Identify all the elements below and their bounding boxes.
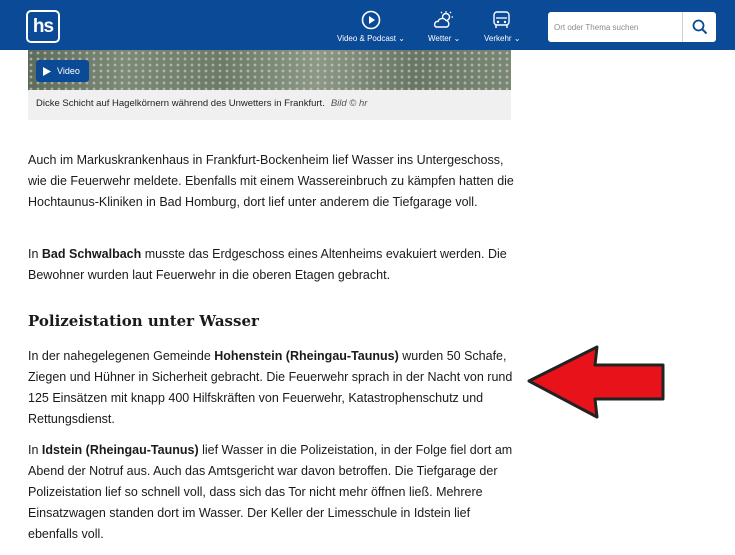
nav-verkehr-label: Verkehr [484,34,512,43]
bold-place-name: Hohenstein (Rheingau-Taunus) [214,349,399,363]
search-input[interactable] [548,12,682,42]
nav-verkehr[interactable]: Verkehr ⌄ [484,10,521,43]
chevron-down-icon: ⌄ [453,34,461,43]
search-box [548,12,716,42]
play-icon [43,66,51,76]
hail-image[interactable]: Video [28,50,511,90]
text: In [28,247,42,261]
chevron-down-icon: ⌄ [513,34,521,43]
nav-wetter-label: Wetter [428,34,452,43]
text: lief Wasser in die Polizeistation, in de… [28,443,513,541]
site-header: hs Video & Podcast ⌄ Wetter ⌄ Verkehr ⌄ [0,0,735,50]
article-paragraph-4: In Idstein (Rheingau-Taunus) lief Wasser… [28,440,518,545]
article-paragraph-3: In der nahegelegenen Gemeinde Hohenstein… [28,346,518,430]
image-credit: Bild © hr [330,98,368,109]
nav-wetter[interactable]: Wetter ⌄ [428,10,460,43]
search-button[interactable] [682,12,716,42]
image-caption: Dicke Schicht auf Hagelkörnern während d… [28,90,511,120]
nav-video-podcast[interactable]: Video & Podcast ⌄ [337,10,405,43]
red-arrow-annotation [527,345,665,419]
chevron-down-icon: ⌄ [398,34,405,43]
bold-place-name: Idstein (Rheingau-Taunus) [41,443,199,457]
search-icon [692,19,707,35]
article-paragraph-1: Auch im Markuskrankenhaus in Frankfurt-B… [28,153,514,209]
weather-icon [434,11,454,28]
article-paragraph-2: In Bad Schwalbach musste das Erdgeschoss… [28,244,518,286]
car-icon [493,11,510,28]
video-badge-label: Video [57,66,80,76]
hs-logo[interactable]: hs [26,10,60,43]
section-heading: Polizeistation unter Wasser [28,312,259,330]
caption-text: Dicke Schicht auf Hagelkörnern während d… [36,98,325,109]
nav-video-podcast-label: Video & Podcast [337,34,397,43]
text: In der nahegelegenen Gemeinde [28,349,215,363]
bold-place-name: Bad Schwalbach [41,247,142,261]
text: In [28,443,42,457]
video-badge[interactable]: Video [36,60,89,82]
play-circle-icon [361,10,381,30]
